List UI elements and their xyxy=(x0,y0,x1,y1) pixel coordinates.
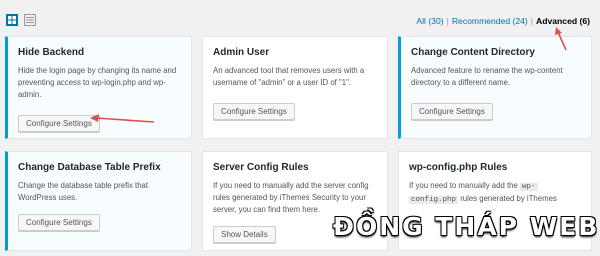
watermark-text: ĐỒNG THÁP WEB xyxy=(333,212,600,241)
card-description: An advanced tool that removes users with… xyxy=(213,66,365,87)
card-description: If you need to manually add the wp- conf… xyxy=(409,180,583,206)
filter-separator: | xyxy=(446,16,449,26)
annotation-arrow-icon xyxy=(90,114,155,123)
card-title: Change Content Directory xyxy=(411,47,535,58)
card-description: If you need to manually add the server c… xyxy=(213,181,369,214)
view-toggle xyxy=(6,14,36,26)
card-description: Hide the login page by changing its name… xyxy=(18,66,177,99)
card-title: Admin User xyxy=(213,47,270,58)
desc-code: config.php xyxy=(409,196,459,204)
card-title: Hide Backend xyxy=(18,47,85,58)
list-view-icon[interactable] xyxy=(24,14,36,26)
configure-settings-button[interactable]: Configure Settings xyxy=(411,103,493,120)
filter-recommended[interactable]: Recommended (24) xyxy=(452,16,528,26)
configure-settings-button[interactable]: Configure Settings xyxy=(18,214,100,231)
annotation-arrow-icon xyxy=(555,27,567,51)
filter-all[interactable]: All (30) xyxy=(416,16,443,26)
card-description: Advanced feature to rename the wp-conten… xyxy=(411,66,563,87)
module-card-admin-user: Admin User An advanced tool that removes… xyxy=(202,36,388,139)
desc-text: rules generated by iThemes xyxy=(460,194,557,203)
module-card-change-database-table-prefix: Change Database Table Prefix Change the … xyxy=(5,151,192,251)
card-title: Change Database Table Prefix xyxy=(18,162,161,173)
desc-text: If you need to manually add the xyxy=(409,181,518,190)
filter-separator: | xyxy=(530,16,534,26)
desc-code: wp- xyxy=(519,183,538,191)
card-title: wp-config.php Rules xyxy=(409,162,508,173)
show-details-button[interactable]: Show Details xyxy=(213,226,276,243)
configure-settings-button[interactable]: Configure Settings xyxy=(213,103,295,120)
card-title: Server Config Rules xyxy=(213,162,309,173)
filter-advanced[interactable]: Advanced (6) xyxy=(536,16,590,26)
grid-view-icon[interactable] xyxy=(6,14,18,26)
card-description: Change the database table prefix that Wo… xyxy=(18,181,149,202)
module-filters: All (30) | Recommended (24) | Advanced (6) xyxy=(416,16,590,26)
